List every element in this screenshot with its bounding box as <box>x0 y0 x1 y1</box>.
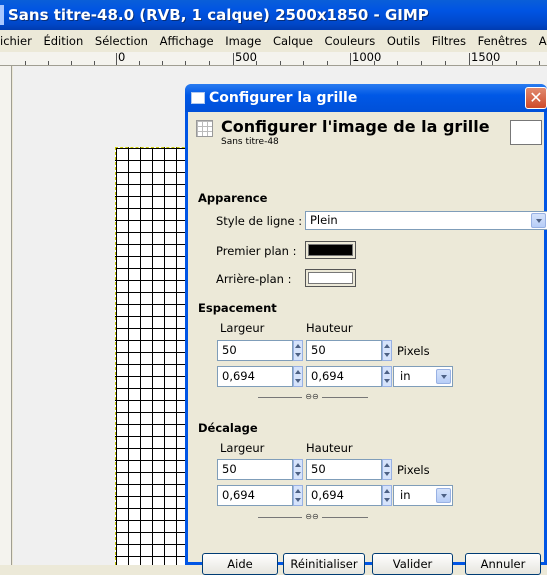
header-title: Configurer l'image de la grille <box>221 117 490 136</box>
background-color-swatch <box>308 272 353 284</box>
spacing-chain-link[interactable]: ⊖⊖ <box>258 392 368 402</box>
foreground-color-button[interactable] <box>305 241 356 259</box>
line-style-value: Plein <box>310 213 338 227</box>
foreground-label: Premier plan : <box>216 244 297 258</box>
menu-outils[interactable]: Outils <box>383 30 424 52</box>
ruler-label-0: 0 <box>118 52 126 64</box>
line-style-select[interactable]: Plein <box>305 211 547 230</box>
close-icon[interactable]: ✕ <box>525 87 547 109</box>
horizontal-ruler[interactable]: 0 500 1000 1500 <box>0 52 547 66</box>
menu-fichier[interactable]: ichier <box>0 30 36 52</box>
spacing-height-in-spinner[interactable] <box>382 366 392 387</box>
foreground-color-swatch <box>308 244 353 256</box>
offset-unit-value: in <box>400 488 411 502</box>
offset-chain-link[interactable]: ⊖⊖ <box>258 512 368 522</box>
section-appearance: Apparence <box>198 191 268 205</box>
offset-height-in-input[interactable]: 0,694 <box>306 485 382 506</box>
chevron-down-icon[interactable] <box>436 369 451 384</box>
spacing-height-px-spinner[interactable] <box>382 340 392 361</box>
spacing-unit-px: Pixels <box>397 344 430 358</box>
spacing-height-in-input[interactable]: 0,694 <box>306 366 382 387</box>
configure-grid-dialog: Configurer la grille ✕ Configurer l'imag… <box>185 84 547 575</box>
dialog-title: Configurer la grille <box>209 90 358 106</box>
offset-width-px-input[interactable]: 50 <box>217 459 293 480</box>
chain-link-icon[interactable]: ⊖⊖ <box>302 392 322 402</box>
cancel-button[interactable]: Annuler <box>465 553 541 575</box>
offset-width-in-spinner[interactable] <box>293 485 303 506</box>
spacing-height-label: Hauteur <box>306 321 353 335</box>
menu-image[interactable]: Image <box>221 30 265 52</box>
offset-height-px-spinner[interactable] <box>382 459 392 480</box>
offset-width-label: Largeur <box>220 441 265 455</box>
spacing-width-in-input[interactable]: 0,694 <box>217 366 293 387</box>
menu-affichage[interactable]: Affichage <box>156 30 218 52</box>
spacing-unit-value: in <box>400 369 411 383</box>
chevron-down-icon[interactable] <box>436 488 451 503</box>
menu-edition[interactable]: Édition <box>39 30 87 52</box>
spacing-width-px-spinner[interactable] <box>293 340 303 361</box>
header-subtitle: Sans titre-48 <box>221 137 279 147</box>
chain-link-icon[interactable]: ⊖⊖ <box>302 512 322 522</box>
offset-height-px-input[interactable]: 50 <box>306 459 382 480</box>
menu-fenetres[interactable]: Fenêtres <box>474 30 531 52</box>
spacing-width-px-input[interactable]: 50 <box>217 340 293 361</box>
offset-width-px-spinner[interactable] <box>293 459 303 480</box>
menu-calque[interactable]: Calque <box>269 30 317 52</box>
window-icon <box>191 92 205 104</box>
spacing-unit-select[interactable]: in <box>393 366 453 387</box>
vertical-ruler[interactable] <box>0 66 12 565</box>
ruler-label-1000: 1000 <box>352 52 382 64</box>
help-button[interactable]: Aide <box>202 553 278 575</box>
spacing-height-px-input[interactable]: 50 <box>306 340 382 361</box>
line-style-label: Style de ligne : <box>216 214 303 228</box>
grid-icon <box>196 120 213 137</box>
dialog-header: Configurer l'image de la grille Sans tit… <box>188 112 544 150</box>
menu-couleurs[interactable]: Couleurs <box>321 30 380 52</box>
dialog-body: Configurer l'image de la grille Sans tit… <box>188 112 547 575</box>
section-spacing: Espacement <box>198 301 277 315</box>
menu-filtres[interactable]: Filtres <box>428 30 470 52</box>
spacing-width-label: Largeur <box>220 321 265 335</box>
offset-unit-px: Pixels <box>397 463 430 477</box>
dialog-titlebar[interactable]: Configurer la grille ✕ <box>185 84 547 112</box>
offset-height-label: Hauteur <box>306 441 353 455</box>
offset-height-in-spinner[interactable] <box>382 485 392 506</box>
background-color-button[interactable] <box>305 269 356 287</box>
window-title: Sans titre-48.0 (RVB, 1 calque) 2500x185… <box>0 0 547 30</box>
spacing-width-in-spinner[interactable] <box>293 366 303 387</box>
offset-unit-select[interactable]: in <box>393 485 453 506</box>
ok-button[interactable]: Valider <box>372 553 453 575</box>
image-preview <box>510 120 542 145</box>
ruler-label-500: 500 <box>235 52 257 64</box>
image-canvas[interactable] <box>115 147 195 565</box>
reset-button[interactable]: Réinitialiser <box>283 553 365 575</box>
ruler-label-1500: 1500 <box>471 52 501 64</box>
offset-width-in-input[interactable]: 0,694 <box>217 485 293 506</box>
section-offset: Décalage <box>198 421 258 435</box>
chevron-down-icon[interactable] <box>531 213 546 228</box>
menu-aide[interactable]: A <box>535 30 547 52</box>
menubar: ichier Édition Sélection Affichage Image… <box>0 30 547 52</box>
background-label: Arrière-plan : <box>216 272 292 286</box>
menu-selection[interactable]: Sélection <box>91 30 152 52</box>
